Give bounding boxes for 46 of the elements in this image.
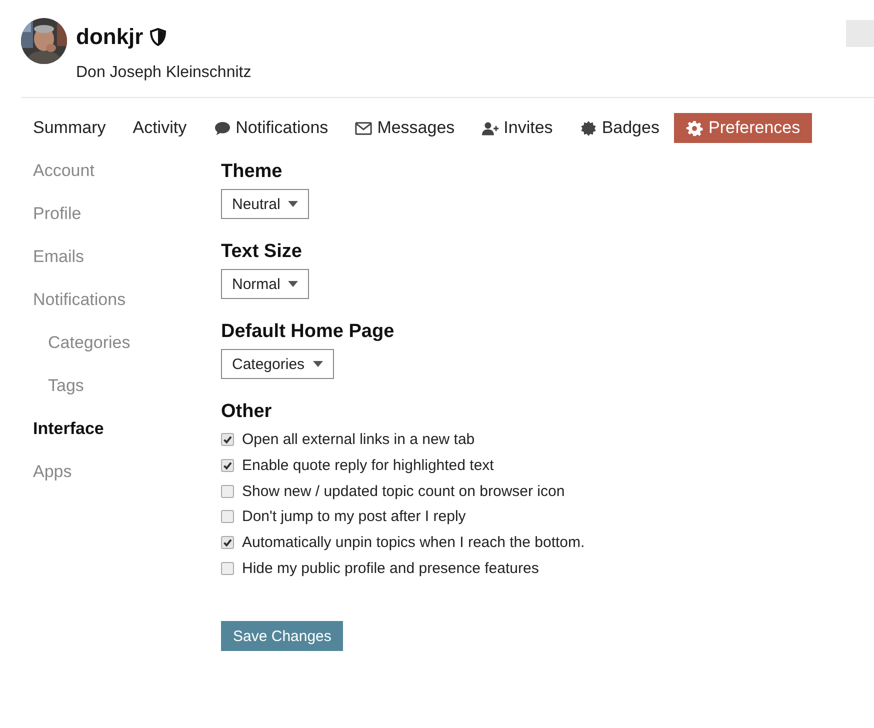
checkbox[interactable] bbox=[221, 433, 234, 446]
sidebar-item[interactable]: Apps bbox=[33, 462, 72, 505]
tab[interactable]: Summary bbox=[21, 113, 118, 143]
full-name: Don Joseph Kleinschnitz bbox=[76, 64, 252, 82]
section-heading: Default Home Page bbox=[221, 321, 394, 343]
tab[interactable]: Messages bbox=[343, 113, 467, 143]
tab[interactable]: Notifications bbox=[202, 113, 340, 143]
checkbox[interactable] bbox=[221, 459, 234, 472]
checkbox-label: Hide my public profile and presence features bbox=[242, 560, 539, 577]
checkbox-label: Open all external links in a new tab bbox=[242, 431, 475, 448]
tab[interactable]: Invites bbox=[470, 113, 565, 143]
shield-icon bbox=[150, 28, 166, 46]
sidebar-item[interactable]: Categories bbox=[48, 333, 130, 376]
speech-bubble-icon bbox=[214, 120, 231, 136]
username: donkjr bbox=[76, 24, 144, 50]
sidebar-item[interactable]: Notifications bbox=[33, 290, 126, 333]
dropdown[interactable]: Neutral bbox=[221, 189, 310, 219]
sidebar-item[interactable]: Tags bbox=[48, 376, 84, 419]
checkbox-label: Enable quote reply for highlighted text bbox=[242, 457, 494, 474]
tab[interactable]: Preferences bbox=[674, 113, 812, 143]
tab[interactable]: Badges bbox=[568, 113, 672, 143]
sidebar-item[interactable]: Profile bbox=[33, 204, 82, 247]
section-heading: Theme bbox=[221, 161, 282, 183]
tab[interactable]: Activity bbox=[120, 113, 199, 143]
section-heading: Other bbox=[221, 401, 272, 423]
settings-icon bbox=[686, 120, 704, 136]
section-heading: Text Size bbox=[221, 241, 302, 263]
caret-icon bbox=[288, 201, 298, 207]
sidebar-item[interactable]: Account bbox=[33, 161, 94, 204]
checkbox-label: Show new / updated topic count on browser icon bbox=[242, 482, 565, 500]
sidebar-item[interactable]: Emails bbox=[33, 247, 84, 290]
checkbox[interactable] bbox=[221, 536, 234, 550]
checkbox[interactable] bbox=[221, 484, 234, 498]
checkbox-label: Don't jump to my post after I reply bbox=[242, 508, 466, 526]
dropdown[interactable]: Categories bbox=[221, 349, 334, 379]
checkbox[interactable] bbox=[221, 510, 234, 524]
badge-icon bbox=[580, 120, 597, 136]
caret-icon bbox=[312, 361, 323, 367]
dropdown[interactable]: Normal bbox=[221, 269, 310, 299]
add-user-icon bbox=[482, 120, 499, 136]
sidebar-item[interactable]: Interface bbox=[33, 419, 104, 462]
envelope-icon bbox=[355, 120, 372, 136]
checkbox-label: Automatically unpin topics when I reach the bottom. bbox=[242, 534, 585, 552]
checkbox[interactable] bbox=[221, 562, 234, 575]
save-button[interactable]: Save Changes bbox=[221, 621, 344, 652]
caret-icon bbox=[288, 281, 298, 287]
